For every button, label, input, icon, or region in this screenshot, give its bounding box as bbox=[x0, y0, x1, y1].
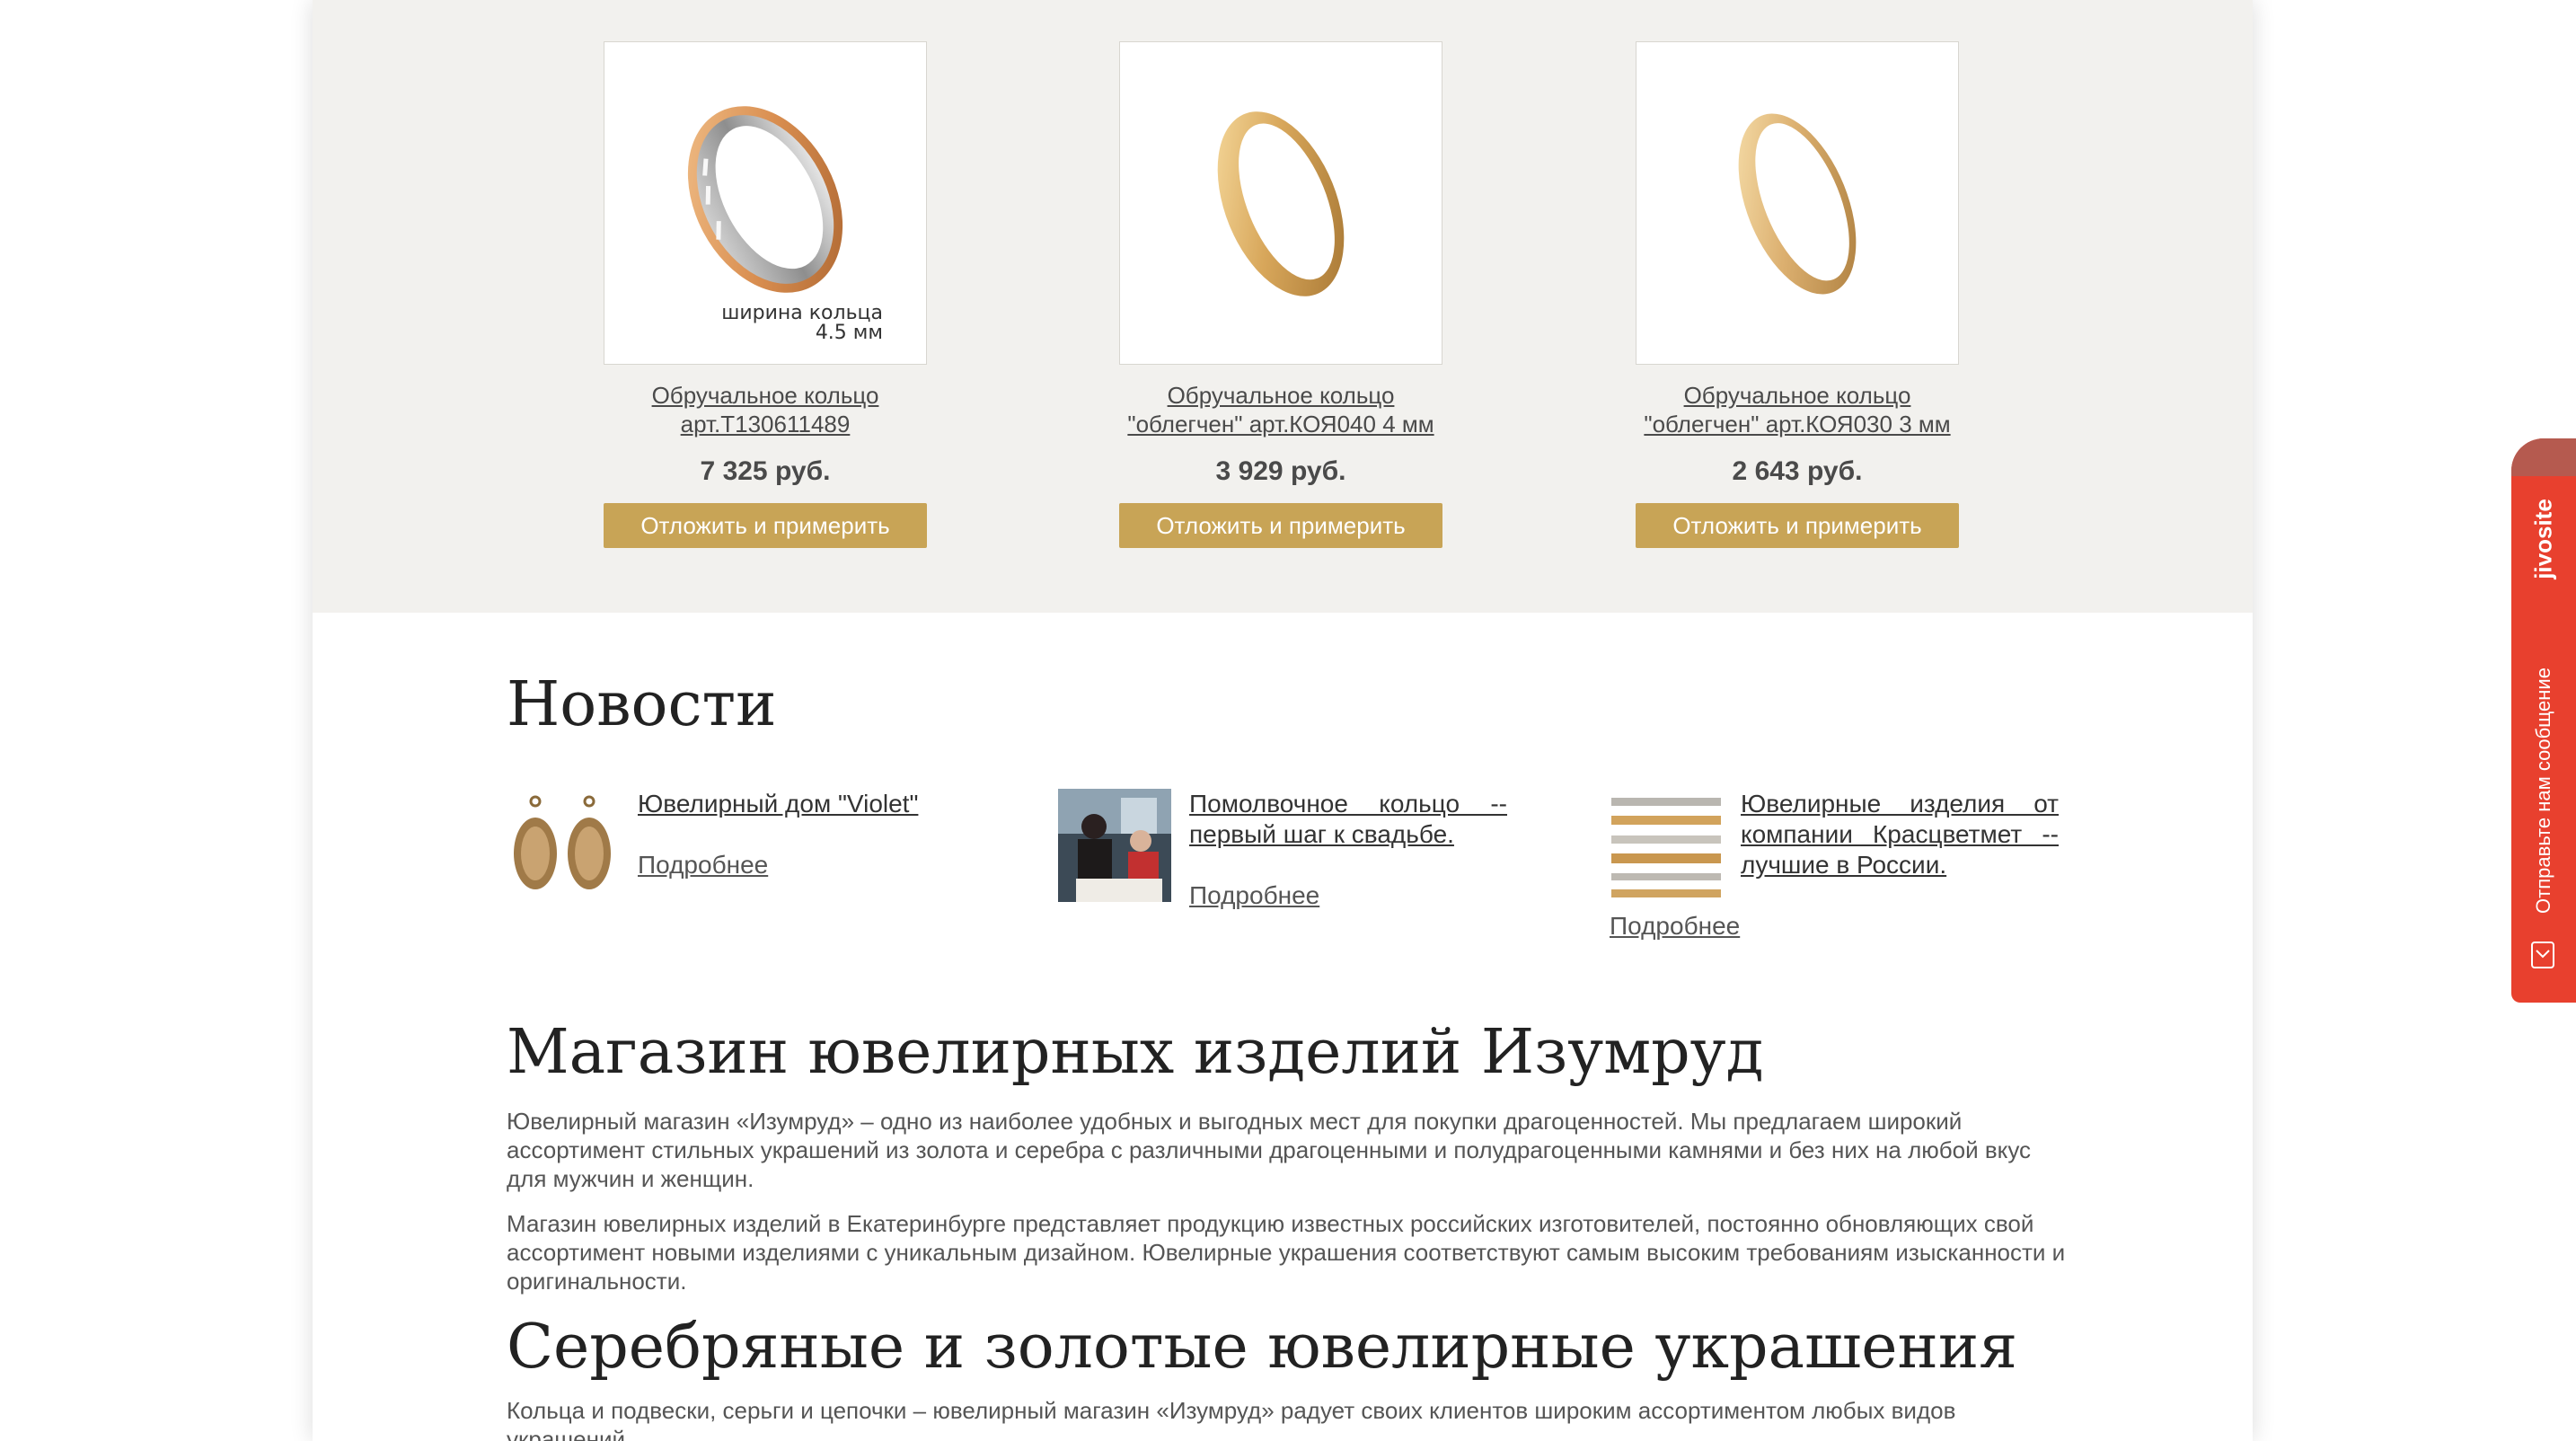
jewelry-heading: Серебряные и золотые ювелирные украшения bbox=[507, 1312, 2018, 1383]
product-name-link[interactable]: Обручальное кольцо "облегчен" арт.КОЯ030… bbox=[1600, 381, 1995, 438]
product-name-line[interactable]: Обручальное кольцо bbox=[568, 381, 963, 410]
two-tone-ring-image: ширина кольца 4.5 мм bbox=[687, 106, 883, 344]
product-image[interactable] bbox=[1119, 41, 1442, 365]
read-more-link[interactable]: Подробнее bbox=[1189, 880, 1319, 911]
reserve-and-try-button[interactable]: Отложить и примерить bbox=[604, 503, 927, 548]
product-name-link[interactable]: Обручальное кольцо "облегчен" арт.КОЯ040… bbox=[1083, 381, 1478, 438]
product-price: 2 643 руб. bbox=[1732, 456, 1863, 486]
jivosite-logo: jivosite bbox=[2529, 499, 2557, 579]
chat-widget[interactable]: jivosite Отправьте нам сообщение bbox=[2511, 438, 2576, 1003]
product-price: 7 325 руб. bbox=[700, 456, 831, 486]
news-thumbnail[interactable] bbox=[507, 789, 620, 902]
products-section: ширина кольца 4.5 мм Обручальное кольцо … bbox=[313, 0, 2253, 613]
product-name-line[interactable]: "облегчен" арт.КОЯ040 4 мм bbox=[1083, 410, 1478, 438]
chat-widget-label[interactable]: Отправьте нам сообщение bbox=[2532, 667, 2555, 914]
product-price: 3 929 руб. bbox=[1215, 456, 1346, 486]
reserve-and-try-button[interactable]: Отложить и примерить bbox=[1636, 503, 1959, 548]
news-heading: Новости bbox=[507, 669, 777, 740]
store-heading: Магазин ювелирных изделий Изумруд bbox=[507, 1017, 1764, 1088]
earrings-image bbox=[507, 789, 620, 902]
read-more-link[interactable]: Подробнее bbox=[1610, 911, 1740, 942]
product-image[interactable]: ширина кольца 4.5 мм bbox=[604, 41, 927, 365]
store-description: Ювелирный магазин «Изумруд» – одно из на… bbox=[507, 1108, 2032, 1192]
product-name-link[interactable]: Обручальное кольцо арт.Т130611489 bbox=[568, 381, 963, 438]
couple-dinner-image bbox=[1058, 789, 1171, 902]
news-title-link[interactable]: Ювелирные изделия от компании Красцветме… bbox=[1741, 789, 2059, 880]
product-name-line[interactable]: Обручальное кольцо bbox=[1600, 381, 1995, 410]
news-thumbnail[interactable] bbox=[1610, 789, 1723, 902]
news-title-link[interactable]: Помолвочное кольцо -- первый шаг к свадь… bbox=[1189, 789, 1507, 850]
page-container: ширина кольца 4.5 мм Обручальное кольцо … bbox=[313, 0, 2253, 1441]
gold-ring-image bbox=[1738, 113, 1857, 295]
message-icon bbox=[2531, 942, 2554, 968]
reserve-and-try-button[interactable]: Отложить и примерить bbox=[1119, 503, 1442, 548]
chains-image bbox=[1610, 789, 1723, 902]
image-caption: 4.5 мм bbox=[816, 322, 883, 344]
product-name-line[interactable]: Обручальное кольцо bbox=[1083, 381, 1478, 410]
product-name-line[interactable]: арт.Т130611489 bbox=[568, 410, 963, 438]
news-thumbnail[interactable] bbox=[1058, 789, 1171, 902]
store-description: Магазин ювелирных изделий в Екатеринбург… bbox=[507, 1210, 2066, 1295]
product-image[interactable] bbox=[1636, 41, 1959, 365]
read-more-link[interactable]: Подробнее bbox=[638, 850, 768, 880]
widget-corner bbox=[2511, 438, 2576, 476]
jewelry-description: Кольца и подвески, серьги и цепочки – юв… bbox=[507, 1397, 1956, 1441]
product-name-line[interactable]: "облегчен" арт.КОЯ030 3 мм bbox=[1600, 410, 1995, 438]
gold-ring-image bbox=[1217, 111, 1345, 296]
news-title-link[interactable]: Ювелирный дом "Violet" bbox=[638, 789, 956, 819]
